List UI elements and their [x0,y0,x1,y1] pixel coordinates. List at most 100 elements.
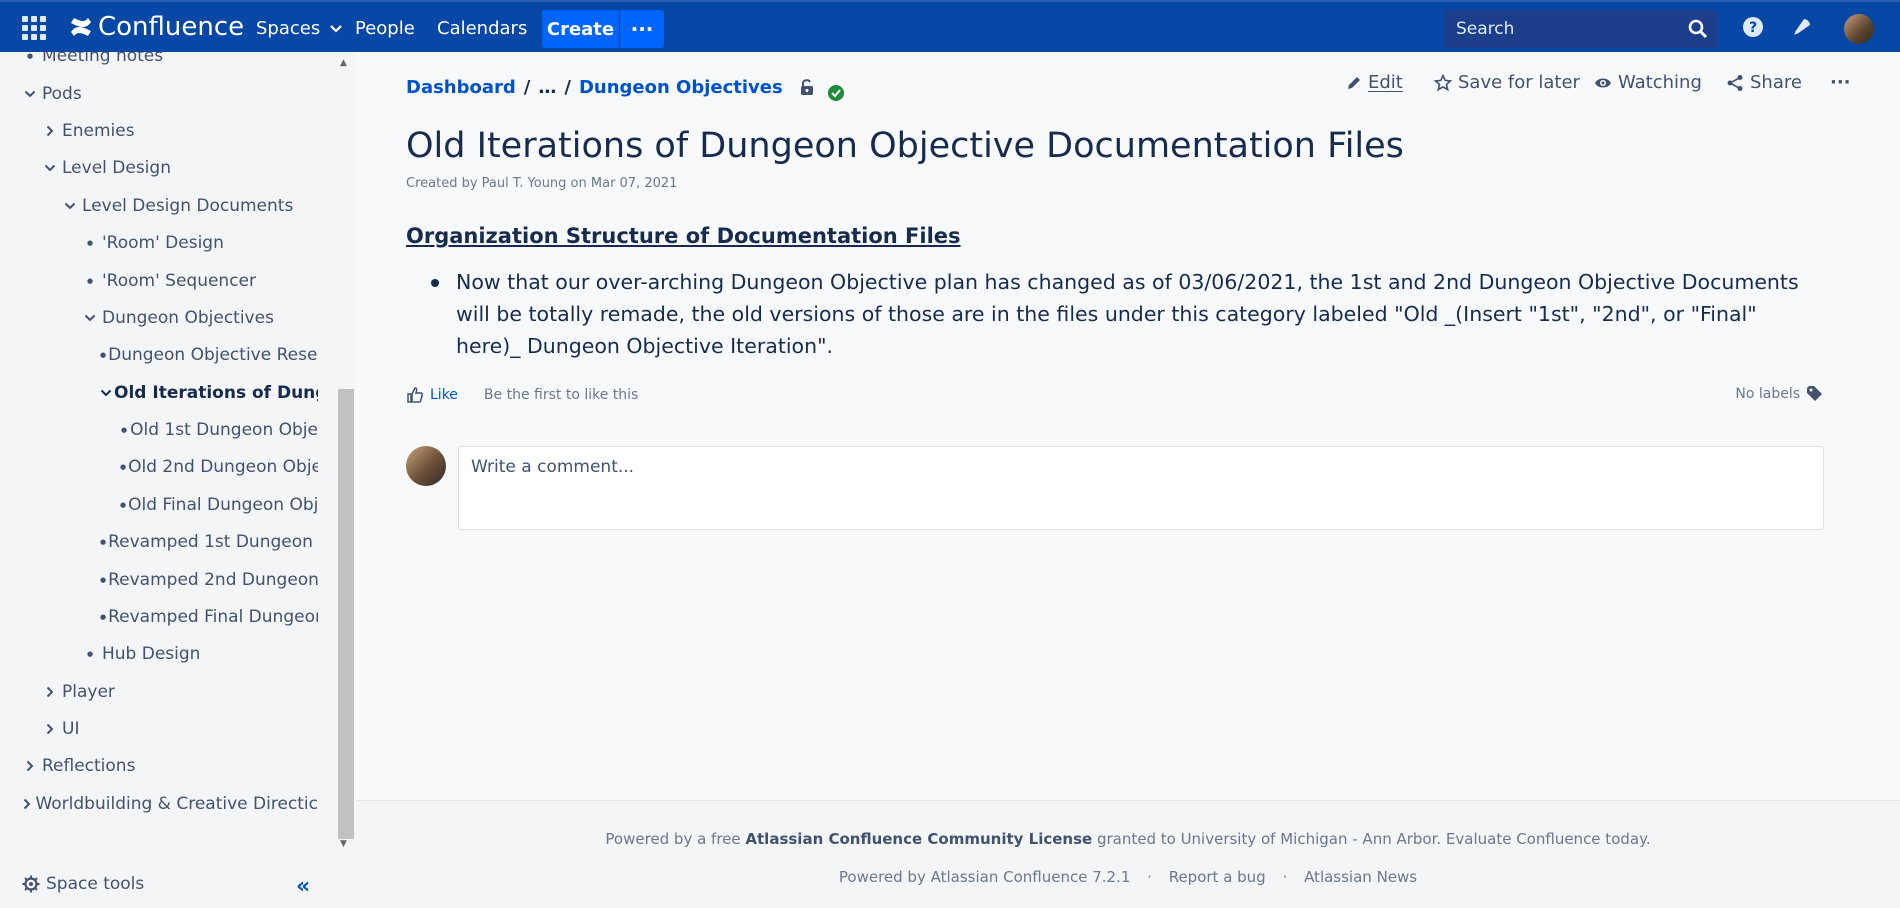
sidebar-tree-item[interactable]: Pods [20,79,318,109]
share-label: Share [1750,72,1802,93]
sidebar-tree-item[interactable]: ● Hub Design [80,639,318,669]
sidebar-tree-item[interactable]: ● 'Room' Design [80,228,318,258]
sidebar-tree-item[interactable]: ● Revamped Final Dungeor [100,602,318,632]
scroll-down-arrow-icon[interactable]: ▼ [340,839,347,849]
nav-calendars[interactable]: Calendars [437,18,527,39]
more-actions-button[interactable]: ··· [1830,72,1851,93]
chevron-right-icon[interactable] [20,760,40,772]
bullet-icon: ● [86,277,94,285]
sidebar-tree-item[interactable]: ● Revamped 1st Dungeon ( [100,527,318,557]
edit-button[interactable]: Edit [1346,72,1403,93]
footer-license-prefix: Powered by a free [605,830,746,848]
chevron-right-icon[interactable] [40,125,60,137]
breadcrumb-ellipsis[interactable]: … [538,77,556,98]
sidebar-tree-item[interactable]: Player [40,677,318,707]
footer-separator: · [1147,868,1152,886]
sidebar: ● Meeting notes Pods Enemies Level Design Lev… [0,52,354,908]
sidebar-tree-item[interactable]: ● Dungeon Objective Resea [100,340,318,370]
user-avatar[interactable] [1844,14,1874,44]
atlassian-news-link[interactable]: Atlassian News [1304,868,1417,886]
sidebar-tree-item-label: Worldbuilding & Creative Directic [35,794,318,814]
labels-button[interactable]: No labels [1735,386,1824,402]
sidebar-tree-item[interactable]: Level Design Documents [60,191,318,221]
footer-separator: · [1282,868,1288,886]
breadcrumb-dashboard[interactable]: Dashboard [406,77,516,98]
watching-button[interactable]: Watching [1594,72,1702,93]
verified-check-icon [827,85,844,101]
search-input[interactable]: Search [1444,10,1718,48]
eye-icon [1595,78,1611,87]
sidebar-tree-item-label: Pods [42,84,82,104]
sidebar-tree-item[interactable]: ● Old 2nd Dungeon Obje [120,452,318,482]
sidebar-tree-item-label: 'Room' Design [102,233,224,253]
bullet-icon: ● [120,463,127,471]
app-switcher-icon[interactable] [22,16,46,40]
notifications-icon[interactable] [1791,16,1813,38]
chevron-right-icon[interactable] [20,798,33,810]
create-button[interactable]: Create [542,10,619,48]
confluence-logo[interactable]: Confluence [68,12,244,42]
bullet-icon: ● [26,52,34,60]
nav-spaces[interactable]: Spaces [256,18,342,39]
powered-by-link[interactable]: Powered by Atlassian Confluence 7.2.1 [839,868,1130,886]
bullet-icon: ● [121,426,128,434]
chevron-down-icon[interactable] [80,313,100,323]
sidebar-tree-item[interactable]: Worldbuilding & Creative Directic [20,789,318,819]
breadcrumb-separator: / [523,76,531,98]
footer-license-suffix: granted to University of Michigan - Ann … [1092,830,1651,848]
sidebar-tree-item-label: UI [62,719,80,739]
gear-icon [22,875,40,893]
footer-license: Powered by a free Atlassian Confluence C… [356,830,1900,848]
search-icon[interactable] [1688,19,1708,39]
license-link[interactable]: Atlassian Confluence Community License [745,830,1092,848]
chevron-right-icon[interactable] [40,686,60,698]
sidebar-tree-item[interactable]: Level Design [40,153,318,183]
share-button[interactable]: Share [1726,72,1802,93]
chevron-down-icon[interactable] [100,388,112,398]
sidebar-tree-item[interactable]: UI [40,714,318,744]
sidebar-tree-item[interactable]: Old Iterations of Dunge [100,378,318,408]
space-tools-label: Space tools [46,874,145,894]
chevron-down-icon[interactable] [60,201,80,211]
bullet-icon: ● [100,538,107,546]
bullet-icon: ● [86,239,94,247]
chevron-down-icon[interactable] [40,163,60,173]
save-for-later-button[interactable]: Save for later [1434,72,1580,93]
like-label: Like [430,387,458,403]
sidebar-tree-item[interactable]: ● Meeting notes [20,52,318,71]
bullet-icon: ● [86,650,94,658]
collapse-sidebar-button[interactable]: « [296,874,310,899]
sidebar-tree-item-label: Dungeon Objectives [102,308,274,328]
report-bug-link[interactable]: Report a bug [1169,868,1266,886]
sidebar-tree-item[interactable]: Reflections [20,751,318,781]
space-tools-button[interactable]: Space tools [22,874,144,894]
unlock-icon[interactable] [799,78,815,96]
sidebar-tree-item-label: Revamped 2nd Dungeon [108,570,318,590]
sidebar-tree-item[interactable]: ● Revamped 2nd Dungeon [100,565,318,595]
sidebar-tree-item[interactable]: ● Old 1st Dungeon Obje [120,415,318,445]
sidebar-tree-item[interactable]: Dungeon Objectives [80,303,318,333]
breadcrumb-dungeon-objectives[interactable]: Dungeon Objectives [579,77,783,98]
sidebar-tree-item[interactable]: Enemies [40,116,318,146]
chevron-right-icon[interactable] [40,723,60,735]
section-heading: Organization Structure of Documentation … [406,224,961,248]
comment-avatar [406,446,446,486]
like-button[interactable]: Like [406,386,458,404]
help-icon[interactable]: ? [1742,16,1764,38]
product-name: Confluence [98,12,245,42]
comment-input[interactable]: Write a comment... [458,446,1824,530]
chevron-down-icon[interactable] [20,89,40,99]
breadcrumb-separator: / [564,76,571,98]
nav-spaces-label: Spaces [256,18,321,39]
scroll-up-arrow-icon[interactable]: ▲ [340,58,347,68]
page-body-list: Now that our over-arching Dungeon Object… [406,266,1826,362]
sidebar-tree-item[interactable]: ● Old Final Dungeon Obj [120,490,318,520]
watching-label: Watching [1618,72,1702,93]
tag-icon [1807,386,1822,401]
page-tree: ● Meeting notes Pods Enemies Level Design Lev… [0,52,338,842]
sidebar-scrollbar-thumb[interactable] [338,389,354,839]
sidebar-tree-item[interactable]: ● 'Room' Sequencer [80,266,318,296]
create-more-button[interactable]: ··· [620,10,664,48]
bullet-icon: ● [100,351,107,359]
nav-people[interactable]: People [355,18,415,39]
